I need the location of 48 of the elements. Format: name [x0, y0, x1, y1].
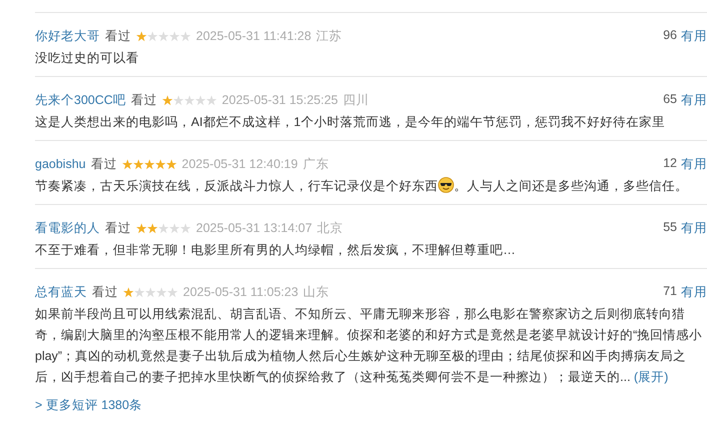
- star-filled-icon: [136, 222, 147, 234]
- star-filled-icon: [122, 158, 133, 170]
- vote-count: 55: [663, 220, 677, 236]
- sunglasses-emoji-icon: [438, 177, 454, 193]
- star-filled-icon: [147, 222, 158, 234]
- star-filled-icon: [144, 158, 155, 170]
- star-filled-icon: [166, 158, 177, 170]
- review-text: 如果前半段尚且可以用线索混乱、胡言乱语、不知所云、平庸无聊来形容，那么电影在警察家访之后则彻底转向猎奇，编剧大脑里的沟壑压根不能用常人的逻辑来理解。侦探和老婆的和好方式是竟然是老婆早就设计好的“挽回情感小play”；真凶的动机竟然是妻子出轨后成为植物人然后心生嫉妒这种无聊至极的理由；结尾侦探和凶手肉搏病友局之后，凶手想着自己的妻子把掉水里快断气的侦探给救了（这种菟菟类卿何尝不是一种擦边）；最逆天的... (展开): [35, 306, 703, 386]
- useful-link[interactable]: 有用: [681, 284, 707, 300]
- expand-link[interactable]: (展开): [634, 370, 668, 384]
- star-filled-icon: [162, 94, 173, 106]
- username-link[interactable]: 先来个300CC吧: [35, 92, 126, 108]
- watched-status: 看过: [105, 28, 131, 44]
- username-link[interactable]: gaobishu: [35, 157, 86, 171]
- review-time: 2025-05-31 13:14:07: [196, 221, 312, 235]
- username-link[interactable]: 总有蓝天: [35, 284, 87, 300]
- review-time: 2025-05-31 15:25:25: [222, 93, 338, 107]
- review-region: 山东: [303, 284, 330, 300]
- useful-link[interactable]: 有用: [681, 220, 707, 236]
- review-text: 节奏紧凑，古天乐演技在线，反派战斗力惊人，行车记录仪是个好东西 。人与人之间还是多些沟通，多些信任。: [35, 176, 689, 195]
- star-filled-icon: [136, 30, 147, 42]
- username-link[interactable]: 看電影的人: [35, 220, 100, 236]
- star-filled-icon: [123, 286, 134, 298]
- review-time: 2025-05-31 12:40:19: [182, 157, 298, 171]
- review-region: 北京: [317, 220, 344, 236]
- star-filled-icon: [132, 158, 144, 170]
- vote-count: 65: [663, 92, 677, 108]
- useful-link[interactable]: 有用: [681, 28, 707, 44]
- watched-status: 看过: [105, 220, 131, 236]
- username-link[interactable]: 你好老大哥: [35, 28, 100, 44]
- review-text: 不至于难看，但非常无聊！电影里所有男的人均绿帽，然后发疯，不理解但尊重吧…: [35, 242, 516, 259]
- watched-status: 看过: [92, 284, 118, 300]
- vote-count: 71: [663, 284, 677, 300]
- more-reviews-link[interactable]: > 更多短评 1380条: [35, 397, 707, 414]
- review-time: 2025-05-31 11:05:23: [183, 285, 298, 299]
- review-region: 广东: [302, 156, 329, 172]
- vote-count: 12: [663, 156, 677, 172]
- review-time: 2025-05-31 11:41:28: [196, 29, 312, 43]
- watched-status: 看过: [90, 156, 117, 172]
- useful-link[interactable]: 有用: [681, 156, 707, 172]
- review-region: 江苏: [316, 28, 342, 44]
- watched-status: 看过: [130, 92, 157, 108]
- vote-count: 96: [663, 28, 677, 44]
- review-region: 四川: [343, 92, 369, 108]
- review-text: 这是人类想出来的电影吗，AI都烂不成这样，1个小时落荒而逃，是今年的端午节惩罚，惩罚我不好好待在家里: [35, 114, 666, 131]
- useful-link[interactable]: 有用: [681, 92, 707, 108]
- star-filled-icon: [154, 158, 166, 170]
- review-text: 没吃过史的可以看: [35, 50, 140, 67]
